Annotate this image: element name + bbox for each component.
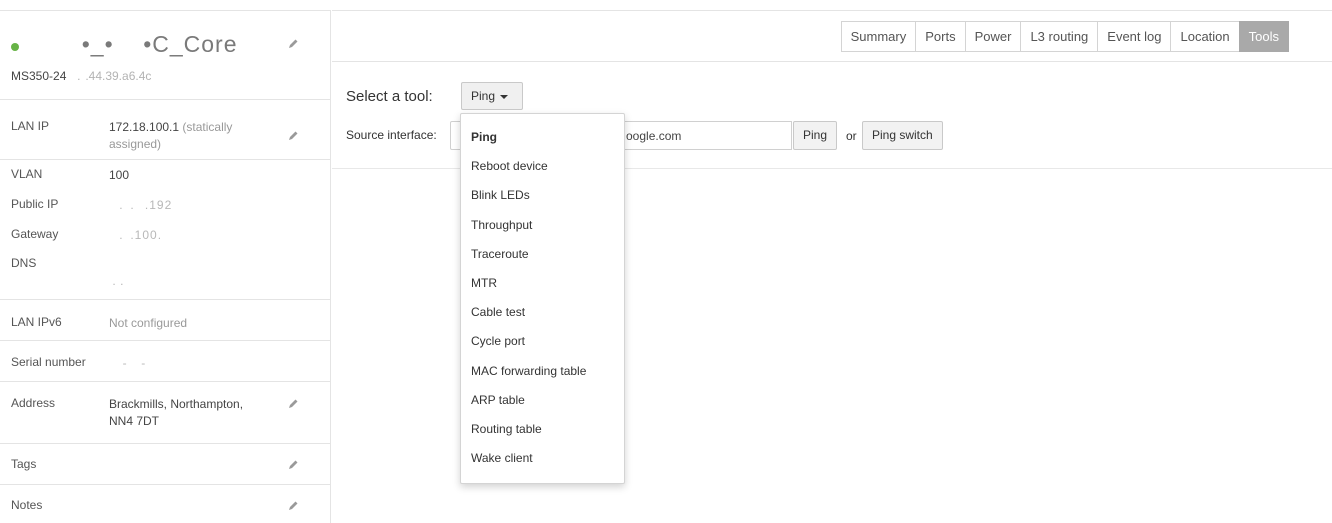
menu-item-ping[interactable]: Ping (461, 123, 624, 152)
lan-ip-label: LAN IP (11, 119, 50, 133)
menu-item-mtr[interactable]: MTR (461, 269, 624, 298)
tab-tools[interactable]: Tools (1238, 21, 1289, 52)
divider (0, 159, 330, 160)
divider (0, 443, 330, 444)
edit-address-icon[interactable] (287, 398, 299, 410)
device-details-panel: •_• •C_Core MS350-24 . .44.39.a6.4c LAN … (0, 10, 331, 523)
menu-item-cable-test[interactable]: Cable test (461, 298, 624, 327)
gateway-label: Gateway (11, 227, 59, 241)
dns-primary (109, 257, 129, 271)
tabs: Summary Ports Power L3 routing Event log… (840, 21, 1289, 52)
ping-target-input[interactable] (620, 121, 792, 150)
divider (0, 484, 330, 485)
tool-select-button[interactable]: Ping (461, 82, 523, 110)
mac-address: . .44.39.a6.4c (72, 69, 152, 83)
notes-label: Notes (11, 498, 43, 512)
model-text: MS350-24 (11, 69, 67, 83)
serial-label: Serial number (11, 355, 86, 369)
divider (0, 340, 330, 341)
tags-label: Tags (11, 457, 37, 471)
divider (0, 381, 330, 382)
edit-name-icon[interactable] (287, 38, 299, 50)
menu-item-routing-table[interactable]: Routing table (461, 415, 624, 444)
tab-bar: Summary Ports Power L3 routing Event log… (332, 10, 1332, 62)
status-online-icon (11, 43, 19, 51)
gateway-value: . .100. (109, 228, 173, 242)
tab-location[interactable]: Location (1170, 21, 1240, 52)
dns-label: DNS (11, 256, 37, 270)
menu-item-traceroute[interactable]: Traceroute (461, 240, 624, 269)
public-ip-label: Public IP (11, 197, 59, 211)
tab-event-log[interactable]: Event log (1097, 21, 1172, 52)
lan-ip-value: 172.18.100.1 (statically assigned) (109, 119, 232, 153)
address-value: Brackmills, Northampton, NN4 7DT (109, 396, 243, 430)
ping-button[interactable]: Ping (793, 121, 838, 150)
address-label: Address (11, 396, 56, 410)
vlan-value: 100 (109, 168, 130, 182)
vlan-label: VLAN (11, 167, 43, 181)
address-line2: NN4 7DT (109, 414, 160, 428)
menu-item-wake-client[interactable]: Wake client (461, 444, 624, 473)
lan-ipv6-value: Not configured (109, 316, 188, 330)
menu-item-blink-leds[interactable]: Blink LEDs (461, 181, 624, 210)
menu-item-reboot-device[interactable]: Reboot device (461, 152, 624, 181)
source-interface-label: Source interface: (346, 128, 437, 142)
public-ip-value: . . .192 (109, 198, 173, 212)
serial-value: - - (109, 356, 160, 370)
tab-summary[interactable]: Summary (840, 21, 917, 52)
caret-down-icon (500, 94, 509, 99)
device-name: •_• •C_Core (30, 31, 238, 57)
select-tool-label: Select a tool: (346, 88, 433, 105)
device-header: •_• •C_Core MS350-24 . .44.39.a6.4c (0, 11, 330, 100)
or-text: or (846, 129, 857, 143)
divider (0, 299, 330, 300)
tool-dropdown-menu: Ping Reboot device Blink LEDs Throughput… (460, 113, 625, 484)
tab-power[interactable]: Power (964, 21, 1022, 52)
lan-ipv6-label: LAN IPv6 (11, 315, 62, 329)
lan-ip-note: (statically (182, 120, 233, 134)
dns-secondary: . . (109, 274, 132, 288)
tool-select-value: Ping (471, 89, 496, 103)
address-line1: Brackmills, Northampton, (109, 397, 244, 411)
tab-ports[interactable]: Ports (915, 21, 966, 52)
device-model: MS350-24 . .44.39.a6.4c (11, 69, 151, 83)
menu-item-cycle-port[interactable]: Cycle port (461, 327, 624, 356)
lan-ip-address: 172.18.100.1 (109, 120, 180, 134)
menu-item-mac-forwarding-table[interactable]: MAC forwarding table (461, 357, 624, 386)
lan-ip-note2: assigned) (109, 137, 162, 151)
edit-lan-ip-icon[interactable] (287, 130, 299, 142)
menu-item-arp-table[interactable]: ARP table (461, 386, 624, 415)
tab-l3-routing[interactable]: L3 routing (1020, 21, 1099, 52)
ping-switch-button[interactable]: Ping switch (862, 121, 943, 150)
dns-value: . . (109, 256, 131, 290)
menu-item-throughput[interactable]: Throughput (461, 211, 624, 240)
edit-notes-icon[interactable] (287, 500, 299, 512)
edit-tags-icon[interactable] (287, 459, 299, 471)
